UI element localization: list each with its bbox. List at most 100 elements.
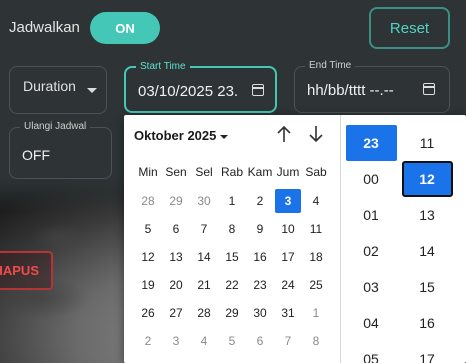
hour-option[interactable]: 23 [345,125,397,161]
calendar-day-number: 11 [309,222,323,236]
calendar-day[interactable]: 17 [274,243,302,271]
calendar-day-number: 2 [256,194,264,208]
calendar-day-number: 30 [197,194,211,208]
month-year-label: Oktober 2025 [134,128,217,143]
calendar-day[interactable]: 18 [302,243,330,271]
hour-option[interactable]: 04 [345,305,397,341]
hour-option[interactable]: 05 [345,341,397,363]
calendar-icon[interactable] [423,83,435,95]
minute-option-label: 12 [401,161,453,197]
calendar-day[interactable]: 30 [190,187,218,215]
calendar-day[interactable]: 5 [218,327,246,355]
calendar-day-number: 6 [172,222,180,236]
calendar-day[interactable]: 7 [190,215,218,243]
calendar-day[interactable]: 6 [246,327,274,355]
calendar-day[interactable]: 30 [246,299,274,327]
calendar-day-number: 7 [200,222,208,236]
calendar-day[interactable]: 29 [218,299,246,327]
minute-option[interactable]: 16 [401,305,453,341]
calendar-day[interactable]: 13 [162,243,190,271]
minute-option[interactable]: 14 [401,233,453,269]
hour-option-label: 03 [363,279,379,295]
calendar-day[interactable]: 3 [162,327,190,355]
end-time-field[interactable]: End Time hh/bb/tttt --.-- [294,60,450,113]
hour-option[interactable]: 00 [345,161,397,197]
calendar-day[interactable]: 22 [218,271,246,299]
calendar-day[interactable]: 28 [190,299,218,327]
duration-select[interactable]: Duration [9,66,107,114]
calendar-day-number: 14 [197,250,211,264]
hour-option[interactable]: 01 [345,197,397,233]
calendar-day[interactable]: 11 [302,215,330,243]
calendar-day[interactable]: 15 [218,243,246,271]
start-time-value[interactable]: 03/10/2025 23. [138,83,238,100]
hour-option[interactable]: 02 [345,233,397,269]
calendar-day-number: 22 [225,278,239,292]
month-year-selector[interactable]: Oktober 2025 [134,128,229,143]
end-time-label: End Time [305,60,356,71]
calendar-day[interactable]: 14 [190,243,218,271]
schedule-toggle[interactable]: ON [90,12,160,44]
calendar-day[interactable]: 12 [134,243,162,271]
calendar-day[interactable]: 4 [190,327,218,355]
calendar-day[interactable]: 7 [274,327,302,355]
calendar-day[interactable]: 4 [302,187,330,215]
calendar-day[interactable]: 25 [302,271,330,299]
reset-button[interactable]: Reset [369,7,450,49]
weekday-label: Min [138,165,158,179]
calendar-day[interactable]: 1 [302,299,330,327]
calendar-day[interactable]: 8 [218,215,246,243]
weekday-header-row: Min Sen Sel Rab Kam Jum Sab [134,165,330,179]
hour-column: 23 00 01 02 03 04 05 [345,125,397,363]
calendar-day[interactable]: 27 [162,299,190,327]
calendar-day[interactable]: 5 [134,215,162,243]
calendar-day-number: 23 [253,278,267,292]
minute-option[interactable]: 12 [401,161,453,197]
calendar-day-number: 5 [144,222,152,236]
minute-option-label: 13 [419,207,435,223]
calendar-day[interactable]: 10 [274,215,302,243]
calendar-day[interactable]: 2 [246,187,274,215]
delete-button[interactable]: HAPUS [0,251,53,290]
calendar-day[interactable]: 31 [274,299,302,327]
start-time-field[interactable]: Start Time 03/10/2025 23. [124,61,277,113]
repeat-schedule-field[interactable]: Ulangi Jadwal OFF [9,121,112,179]
calendar-day[interactable]: 8 [302,327,330,355]
calendar-day[interactable]: 29 [162,187,190,215]
minute-option-label: 17 [419,351,435,363]
calendar-day[interactable]: 24 [274,271,302,299]
calendar-icon[interactable] [252,84,264,96]
calendar-day[interactable]: 16 [246,243,274,271]
calendar-day[interactable]: 2 [134,327,162,355]
chevron-down-icon [87,88,97,93]
repeat-schedule-value: OFF [22,147,50,163]
calendar-day-number: 5 [228,334,236,348]
hour-option[interactable]: 03 [345,269,397,305]
minute-option[interactable]: 15 [401,269,453,305]
duration-value: Duration [23,78,76,94]
weekday-label: Sel [195,165,213,179]
minute-option[interactable]: 11 [401,125,453,161]
calendar-day[interactable]: 28 [134,187,162,215]
previous-month-button[interactable] [273,123,295,147]
calendar-day[interactable]: 1 [218,187,246,215]
end-time-value[interactable]: hh/bb/tttt --.-- [307,82,394,99]
calendar-day-number: 2 [144,334,152,348]
calendar-day[interactable]: 6 [162,215,190,243]
calendar-day-number: 29 [169,194,183,208]
next-month-button[interactable] [305,123,327,147]
calendar-day[interactable]: 20 [162,271,190,299]
calendar-day[interactable]: 23 [246,271,274,299]
calendar-day-selected[interactable]: 3 [274,187,302,215]
calendar-day[interactable]: 19 [134,271,162,299]
calendar-day-number: 18 [309,250,323,264]
hour-option-label: 02 [363,243,379,259]
minute-option[interactable]: 13 [401,197,453,233]
calendar-day[interactable]: 21 [190,271,218,299]
calendar-day-number: 10 [281,222,295,236]
hour-option-label: 05 [363,351,379,363]
minute-option[interactable]: 17 [401,341,453,363]
calendar-day[interactable]: 26 [134,299,162,327]
minute-option-label: 14 [419,243,435,259]
calendar-day[interactable]: 9 [246,215,274,243]
